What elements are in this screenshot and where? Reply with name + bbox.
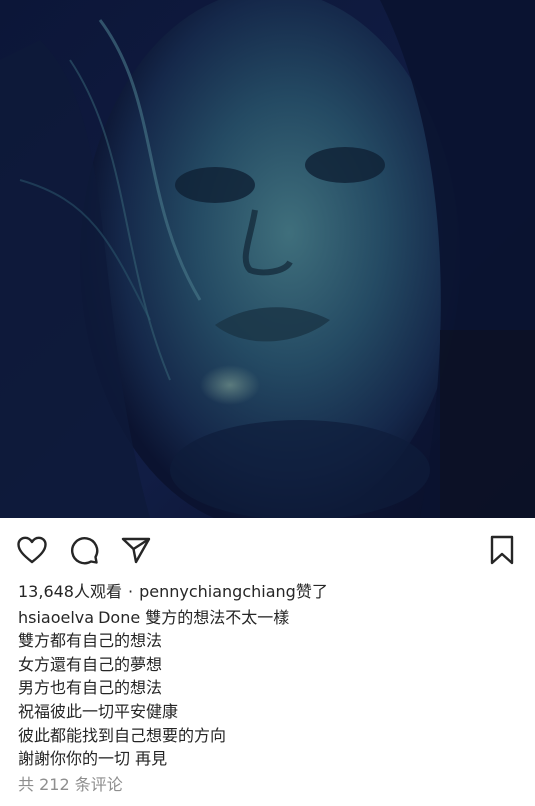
post-video-frame[interactable] xyxy=(0,0,535,518)
heart-icon[interactable] xyxy=(16,534,48,566)
view-comments-link[interactable]: 共 212 条评论 xyxy=(18,773,523,797)
caption-line-6: 謝謝你你的一切 再見 xyxy=(18,749,168,769)
caption-line-2: 女方還有自己的夢想 xyxy=(18,654,163,674)
liked-suffix: 赞了 xyxy=(295,582,328,601)
views-line: 13,648人观看 · pennychiangchiang赞了 xyxy=(18,580,523,604)
video-still-image xyxy=(0,0,535,518)
caption-line-5: 彼此都能找到自己想要的方向 xyxy=(18,725,227,745)
post-actions-bar xyxy=(0,530,535,570)
caption-line-4: 祝福彼此一切平安健康 xyxy=(18,701,179,721)
bookmark-icon[interactable] xyxy=(486,534,518,566)
caption-first-line: hsiaoelva Done 雙方的想法不太一樣 xyxy=(18,606,523,630)
caption-line-3: 男方也有自己的想法 xyxy=(18,678,163,698)
caption-username[interactable]: hsiaoelva xyxy=(18,608,94,627)
send-icon[interactable] xyxy=(120,534,152,566)
liked-by-username[interactable]: pennychiangchiang xyxy=(139,582,296,601)
comment-icon[interactable] xyxy=(68,534,100,566)
caption-line-1: 雙方都有自己的想法 xyxy=(18,631,163,651)
post-text-block: 13,648人观看 · pennychiangchiang赞了 hsiaoelva D… xyxy=(18,580,523,796)
separator-dot: · xyxy=(128,582,134,601)
views-label: 人观看 xyxy=(73,582,122,601)
caption-line-0: Done 雙方的想法不太一樣 xyxy=(98,607,290,627)
views-count: 13,648 xyxy=(18,582,74,601)
